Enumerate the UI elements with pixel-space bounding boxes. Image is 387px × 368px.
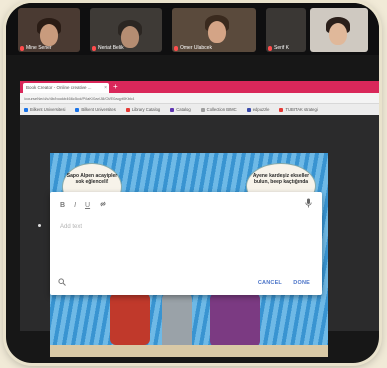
search-icon[interactable] [58,278,66,288]
close-tab-icon[interactable]: × [104,85,107,91]
bookmark-favicon-icon [75,107,80,112]
participant-tile[interactable] [310,8,368,52]
pointer-dot [38,224,41,227]
address-bar[interactable]: /courseNe/d/c/4b/bookb466c5cd/P/iaK/0ar/… [20,93,379,104]
text-input[interactable]: Add text [60,224,82,230]
comic-pillar [162,293,192,351]
underline-button[interactable]: U [85,202,90,209]
muted-mic-icon [174,45,178,51]
bookmark-item[interactable]: Library Catalog [125,107,160,112]
participant-face [208,21,226,43]
bold-button[interactable]: B [60,202,65,209]
browser-tab-bar: Book Creator - Online creative ... × + [20,81,379,93]
italic-button[interactable]: I [74,202,76,209]
bookmark-item[interactable]: Bilkent Universitesi [24,107,65,112]
comic-ground [50,345,328,357]
participant-tile[interactable]: Serif K [266,8,306,52]
participant-tile[interactable]: Omer Ulabcek [172,8,256,52]
bookmark-item[interactable]: edpuzzle [246,107,269,112]
screen-frame: Mine Sener Neriat Belik Omer Ulabcek Ser… [6,3,379,363]
bookmark-favicon-icon [246,107,251,112]
participant-tile[interactable]: Neriat Belik [90,8,162,52]
browser-tab[interactable]: Book Creator - Online creative ... × [23,83,109,93]
bookmark-favicon-icon [200,107,205,112]
bookmark-item[interactable]: Catalog [170,107,191,112]
bookmark-item[interactable]: TUBITAK strategi [279,107,318,112]
bookmark-item[interactable]: Bilkent Universites [75,107,116,112]
done-button[interactable]: DONE [293,280,310,286]
text-format-toolbar: B I U [60,200,107,210]
bookmark-favicon-icon [125,107,130,112]
participant-face [40,24,58,46]
muted-mic-icon [92,45,96,51]
bookmark-item[interactable]: Collection BIMC [200,107,237,112]
participant-label: Neriat Belik [92,45,124,51]
microphone-icon[interactable] [305,198,312,210]
bookmark-favicon-icon [170,107,175,112]
muted-mic-icon [20,45,24,51]
comic-character-right [210,293,260,347]
link-icon[interactable] [99,200,107,210]
url-text: /courseNe/d/c/4b/bookb466c5cd/P/iaK/0ar/… [24,96,135,101]
cancel-button[interactable]: CANCEL [258,280,282,286]
add-text-dialog: B I U Add text CANCEL DONE [50,192,322,295]
participant-face [329,23,347,45]
participant-label: Omer Ulabcek [174,45,212,51]
new-tab-icon[interactable]: + [113,82,118,91]
participant-tile[interactable]: Mine Sener [18,8,80,52]
bookmark-favicon-icon [24,107,28,112]
muted-mic-icon [268,45,272,51]
participant-strip: Mine Sener Neriat Belik Omer Ulabcek Ser… [6,3,379,55]
comic-character-left [110,293,150,345]
participant-label: Serif K [268,45,289,51]
bookmark-favicon-icon [279,107,284,112]
bookmarks-bar: Bilkent Universitesi Bilkent Universites… [20,104,379,115]
participant-label: Mine Sener [20,45,52,51]
